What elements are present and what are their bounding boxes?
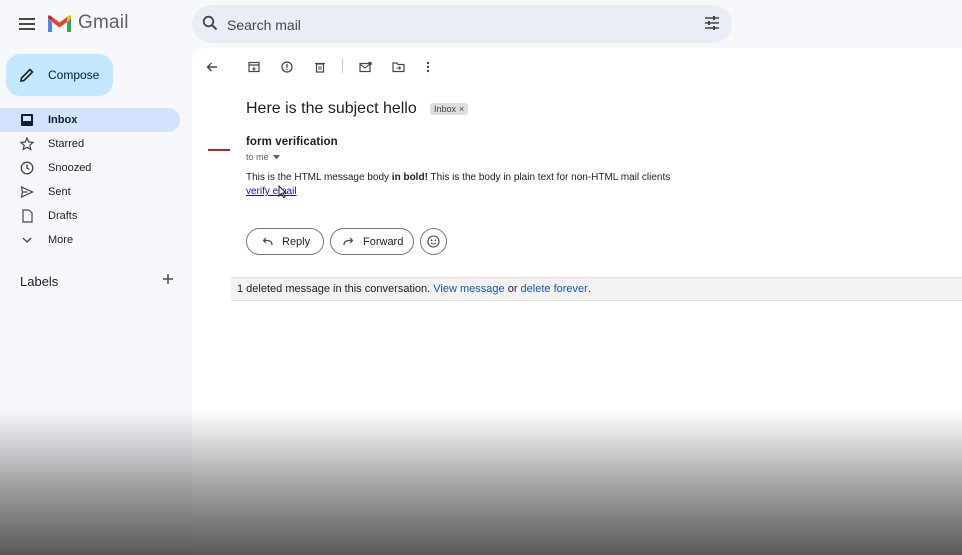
view-message-link[interactable]: View message [433,283,504,295]
move-to-button[interactable] [388,58,408,76]
clock-icon [20,161,34,175]
sidebar-nav: Inbox Starred Snoozed Sent Drafts More [0,108,192,252]
sidebar-item-label: More [48,234,74,246]
sidebar-item-snoozed[interactable]: Snoozed [0,156,192,180]
labels-heading: Labels [20,274,59,289]
mark-unread-button[interactable] [355,58,375,76]
verify-email-link[interactable]: verify email [246,186,297,197]
sidebar-item-inbox[interactable]: Inbox [0,108,180,132]
gmail-logo[interactable]: Gmail [47,12,129,34]
search-icon[interactable] [202,15,218,31]
report-spam-button[interactable] [277,58,297,76]
sidebar-item-label: Snoozed [48,162,92,174]
pencil-icon [19,67,35,83]
sidebar-item-label: Sent [48,186,71,198]
folder-move-icon [391,61,405,73]
sidebar-item-label: Starred [48,138,85,150]
deleted-message-notice: 1 deleted message in this conversation. … [231,277,962,301]
toolbar-divider [342,59,343,73]
delete-button[interactable] [310,58,330,76]
inbox-icon [20,113,34,127]
draft-icon [20,209,34,223]
recipient-details[interactable]: to me [246,152,280,162]
mark-unread-icon [358,61,372,73]
more-vertical-icon [426,61,430,73]
search-bar [192,5,732,43]
gmail-m-icon [47,14,72,33]
sender-avatar [208,149,230,151]
chip-label: Inbox [434,104,457,114]
reply-button[interactable]: Reply [246,228,324,255]
send-icon [20,185,34,199]
compose-label: Compose [48,68,100,82]
archive-button[interactable] [244,58,264,76]
sidebar-item-starred[interactable]: Starred [0,132,192,156]
sidebar-item-label: Drafts [48,210,78,222]
add-label-icon[interactable] [162,273,174,285]
smiley-icon [427,235,440,248]
sidebar-item-sent[interactable]: Sent [0,180,192,204]
mouse-pointer-icon [278,185,287,198]
sender-name[interactable]: form verification [246,136,338,148]
caret-down-icon [272,154,280,160]
sidebar-item-drafts[interactable]: Drafts [0,204,192,228]
body-text-part: This is the body in plain text for non-H… [427,172,671,183]
reply-label: Reply [282,235,311,248]
main-menu-button[interactable] [14,12,40,36]
arrow-left-icon [206,61,218,73]
hamburger-menu-icon [19,18,35,30]
period-text: . [587,283,591,295]
forward-arrow-icon [343,237,354,246]
recipient-label: to me [246,152,269,162]
body-bold-text: in bold! [391,172,428,183]
chevron-down-icon [20,233,34,247]
search-options-icon[interactable] [704,15,720,31]
back-button[interactable] [202,58,222,76]
forward-label: Forward [363,235,404,248]
star-icon [20,137,34,151]
labels-header: Labels [20,273,180,291]
message-body: This is the HTML message body in bold! T… [246,172,670,183]
trash-icon [314,61,326,73]
search-input[interactable] [225,9,679,41]
or-text: or [507,283,518,295]
message-view: Here is the subject hello Inbox × form v… [192,48,962,555]
more-options-button[interactable] [418,58,438,76]
sidebar-item-label: Inbox [48,114,78,126]
archive-icon [248,61,260,73]
deleted-notice-text: 1 deleted message in this conversation. [237,283,431,295]
top-bar: Gmail [0,0,962,48]
compose-button[interactable]: Compose [6,54,113,96]
delete-forever-link[interactable]: delete forever [521,283,588,295]
reply-arrow-icon [262,237,273,246]
forward-button[interactable]: Forward [330,228,414,255]
emoji-reaction-button[interactable] [420,228,447,255]
message-subject: Here is the subject hello [246,100,417,117]
body-text-part: This is the HTML message body [246,172,392,183]
sidebar-item-more[interactable]: More [0,228,192,252]
alert-icon [281,61,293,73]
inbox-label-chip[interactable]: Inbox × [430,103,469,115]
app-name: Gmail [78,12,129,33]
remove-label-icon[interactable]: × [459,104,464,114]
